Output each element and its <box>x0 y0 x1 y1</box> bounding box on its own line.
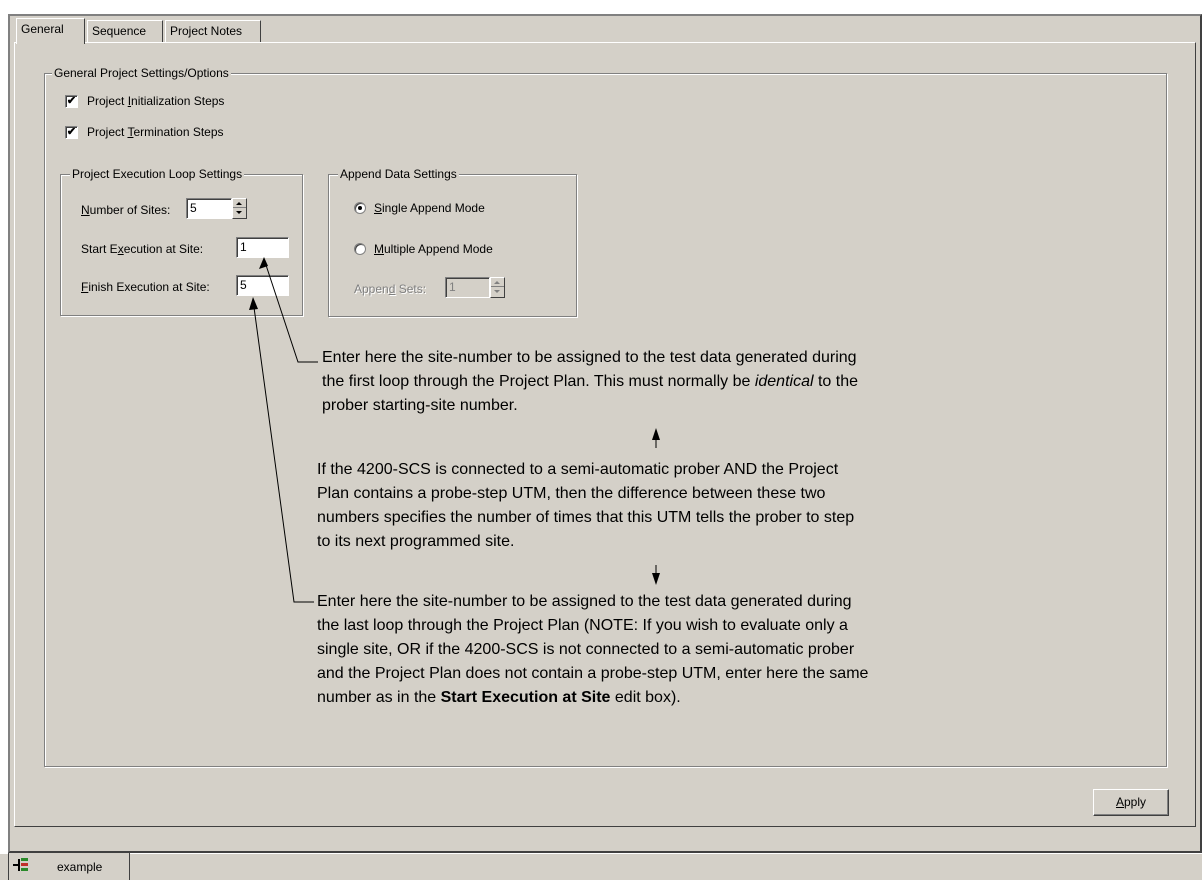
start-site-annotation: Enter here the site-number to be assigne… <box>322 349 858 414</box>
up-arrowhead-icon <box>652 428 660 440</box>
down-arrowhead-icon <box>652 573 660 585</box>
start-site-leader-line <box>263 258 318 363</box>
difference-annotation: If the 4200-SCS is connected to a semi-a… <box>317 461 855 550</box>
finish-site-annotation: Enter here the site-number to be assigne… <box>317 593 869 706</box>
finish-site-arrowhead <box>249 297 258 310</box>
annotation-arrows <box>249 257 660 603</box>
finish-site-leader-line <box>252 299 314 603</box>
